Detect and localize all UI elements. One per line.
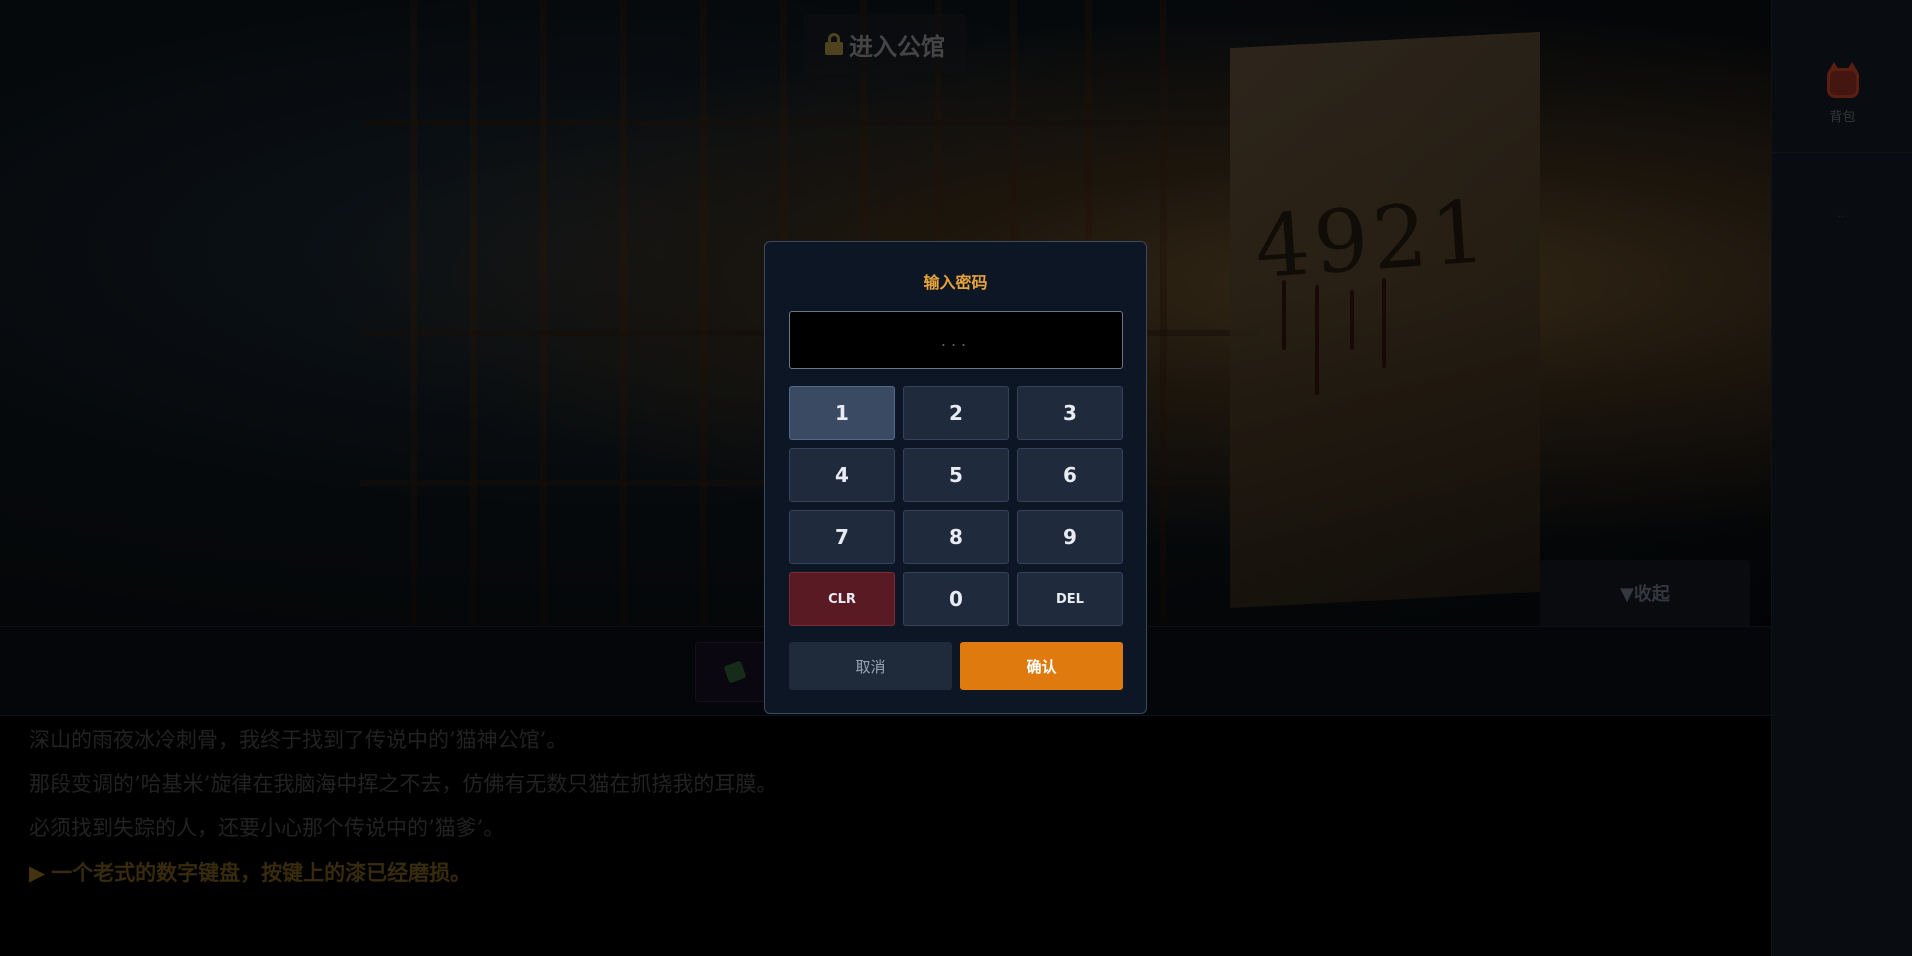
key-2[interactable]: 2 bbox=[903, 386, 1009, 440]
keypad-dialog: 输入密码 ... 1 2 3 4 5 6 7 8 9 CLR 0 DEL 取消 … bbox=[764, 241, 1147, 714]
key-5[interactable]: 5 bbox=[903, 448, 1009, 502]
key-8[interactable]: 8 bbox=[903, 510, 1009, 564]
key-delete[interactable]: DEL bbox=[1017, 572, 1123, 626]
game-screen: 4921 进入公馆 背包 ·· ▼收起 深山的雨夜冰冷刺骨，我终于找到了传说中的… bbox=[0, 0, 1912, 956]
code-display: ... bbox=[789, 311, 1123, 369]
key-0[interactable]: 0 bbox=[903, 572, 1009, 626]
keypad-title: 输入密码 bbox=[923, 273, 988, 292]
key-6[interactable]: 6 bbox=[1017, 448, 1123, 502]
key-clear[interactable]: CLR bbox=[789, 572, 895, 626]
cancel-button[interactable]: 取消 bbox=[789, 642, 952, 690]
confirm-button[interactable]: 确认 bbox=[960, 642, 1123, 690]
key-3[interactable]: 3 bbox=[1017, 386, 1123, 440]
key-7[interactable]: 7 bbox=[789, 510, 895, 564]
key-4[interactable]: 4 bbox=[789, 448, 895, 502]
key-9[interactable]: 9 bbox=[1017, 510, 1123, 564]
key-1[interactable]: 1 bbox=[789, 386, 895, 440]
